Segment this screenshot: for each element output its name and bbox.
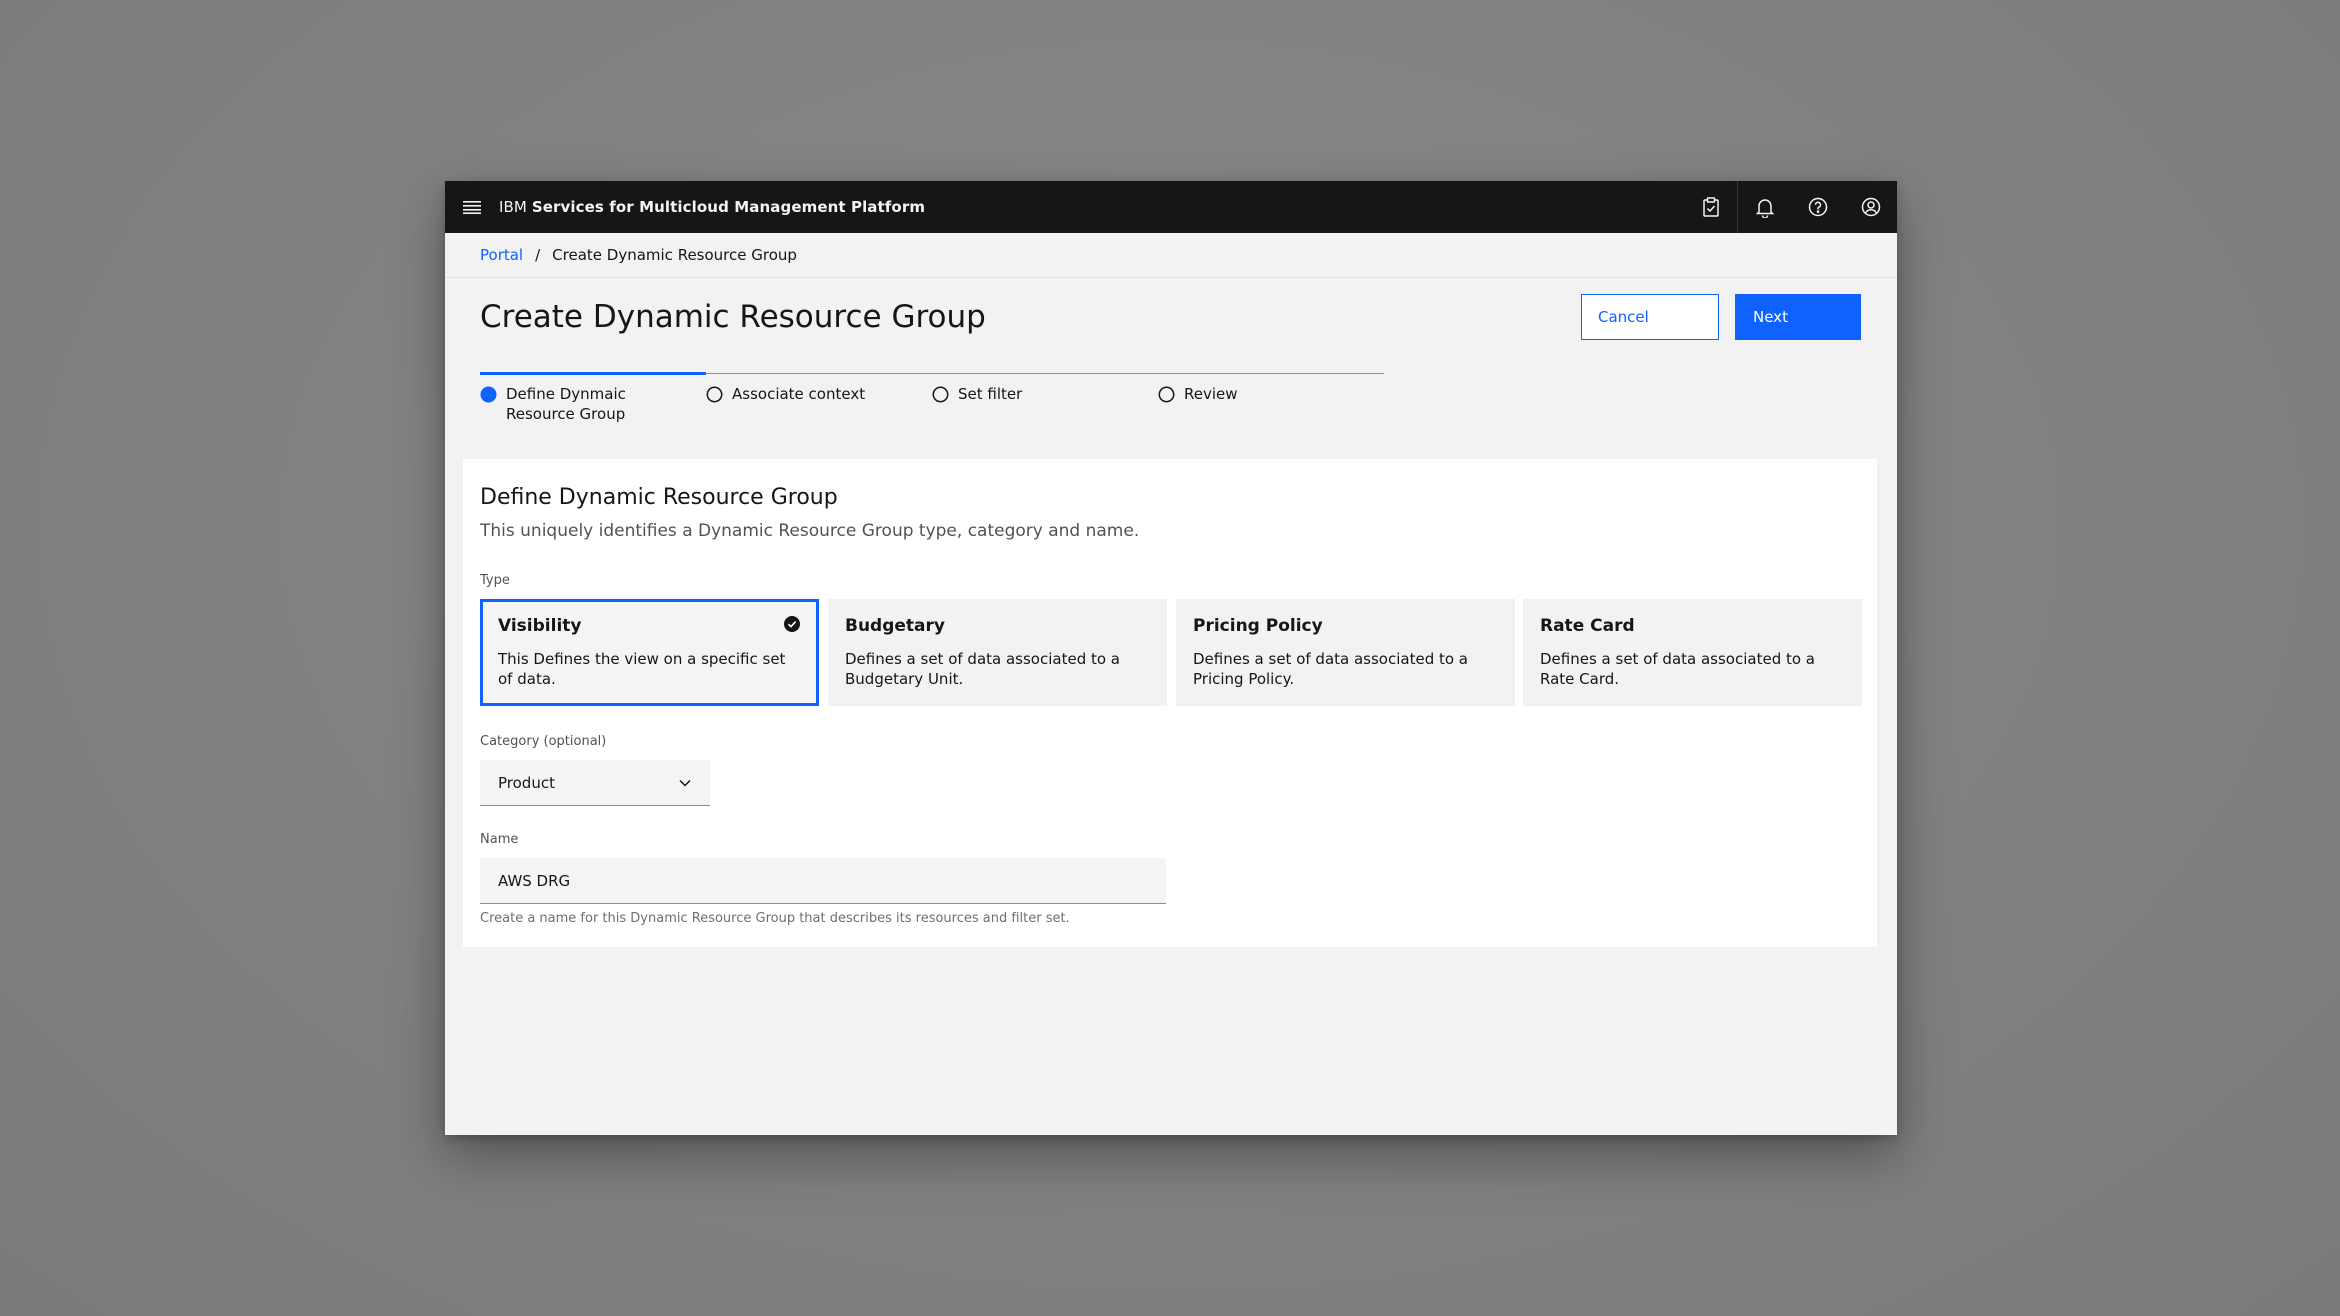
checkmark-filled-icon: [784, 616, 800, 632]
tile-description: Defines a set of data associated to a Ra…: [1540, 650, 1816, 688]
progress-step-label: Define Dynmaic Resource Group: [506, 385, 626, 423]
breadcrumb-current: Create Dynamic Resource Group: [552, 246, 797, 264]
category-label: Category (optional): [480, 734, 607, 749]
type-label: Type: [480, 573, 510, 588]
product-name[interactable]: IBM Services for Multicloud Management P…: [499, 198, 925, 216]
breadcrumb: Portal / Create Dynamic Resource Group: [445, 233, 1897, 278]
header-actions: [1685, 181, 1897, 233]
menu-icon[interactable]: [445, 181, 499, 233]
brand-ibm: IBM: [499, 198, 527, 216]
progress-step-label: Set filter: [958, 385, 1023, 403]
tile-pricing-policy[interactable]: Pricing Policy Defines a set of data ass…: [1176, 599, 1515, 706]
progress-step-set-filter[interactable]: Set filter: [932, 373, 1158, 433]
progress-step-label: Associate context: [732, 385, 866, 403]
user-avatar-icon[interactable]: [1844, 181, 1897, 233]
breadcrumb-portal-link[interactable]: Portal: [480, 246, 523, 264]
help-icon[interactable]: [1791, 181, 1844, 233]
tile-title: Budgetary: [845, 616, 945, 636]
tile-title: Pricing Policy: [1193, 616, 1323, 636]
app-window: IBM Services for Multicloud Management P…: [445, 181, 1897, 1135]
progress-line: [932, 373, 1158, 374]
breadcrumb-separator: /: [535, 246, 541, 264]
tile-visibility[interactable]: Visibility This Defines the view on a sp…: [480, 599, 819, 706]
progress-line: [1158, 373, 1384, 374]
form-description: This uniquely identifies a Dynamic Resou…: [480, 521, 1140, 541]
progress-indicator: Define Dynmaic Resource Group Associate …: [480, 372, 1385, 433]
next-button[interactable]: Next: [1735, 294, 1861, 340]
brand-product: Services for Multicloud Management Platf…: [531, 198, 926, 216]
notification-icon[interactable]: [1738, 181, 1791, 233]
tile-budgetary[interactable]: Budgetary Defines a set of data associat…: [828, 599, 1167, 706]
category-selected-value: Product: [498, 773, 555, 792]
current-step-icon: [480, 386, 497, 403]
tile-description: Defines a set of data associated to a Bu…: [845, 650, 1121, 688]
cancel-button[interactable]: Cancel: [1581, 294, 1719, 340]
name-input[interactable]: [480, 858, 1166, 904]
type-tile-group: Visibility This Defines the view on a sp…: [480, 599, 1862, 706]
category-dropdown[interactable]: Product: [480, 760, 710, 806]
progress-step-label: Review: [1184, 385, 1238, 403]
progress-step-associate-context[interactable]: Associate context: [706, 373, 932, 433]
tile-rate-card[interactable]: Rate Card Defines a set of data associat…: [1523, 599, 1862, 706]
form-title: Define Dynamic Resource Group: [480, 485, 838, 510]
tile-description: Defines a set of data associated to a Pr…: [1193, 650, 1469, 688]
name-label: Name: [480, 832, 519, 847]
tile-title: Visibility: [498, 616, 582, 636]
form-panel: Define Dynamic Resource Group This uniqu…: [463, 459, 1877, 947]
progress-line: [706, 373, 932, 374]
clipboard-check-icon[interactable]: [1685, 181, 1738, 233]
progress-step-define[interactable]: Define Dynmaic Resource Group: [480, 372, 706, 433]
progress-step-review[interactable]: Review: [1158, 373, 1384, 433]
top-nav-bar: IBM Services for Multicloud Management P…: [445, 181, 1897, 233]
tile-title: Rate Card: [1540, 616, 1635, 636]
incomplete-step-icon: [1158, 386, 1175, 403]
chevron-down-icon: [679, 779, 691, 787]
name-helper-text: Create a name for this Dynamic Resource …: [480, 911, 1070, 926]
incomplete-step-icon: [932, 386, 949, 403]
page-title: Create Dynamic Resource Group: [480, 299, 986, 335]
incomplete-step-icon: [706, 386, 723, 403]
tile-description: This Defines the view on a specific set …: [498, 650, 786, 688]
progress-line: [480, 372, 706, 375]
